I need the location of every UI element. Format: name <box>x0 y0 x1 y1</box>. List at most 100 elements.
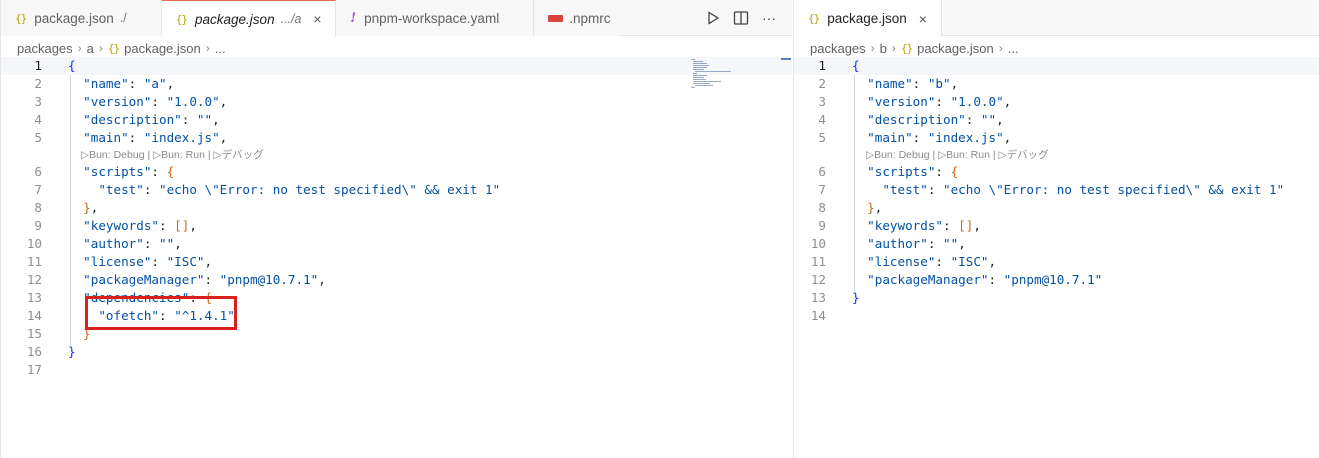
code-text: "description": "", <box>83 112 220 127</box>
line-number: 8 <box>34 200 42 215</box>
code-line[interactable]: 1{ <box>794 57 1319 75</box>
code-line[interactable]: 2 "name": "a", <box>1 75 792 93</box>
code-line[interactable]: 10 "author": "", <box>794 235 1319 253</box>
tab-label: package.json <box>195 11 275 27</box>
code-line[interactable]: 5 "main": "index.js", <box>794 129 1319 147</box>
breadcrumb-item[interactable]: package.json <box>917 41 994 56</box>
code-editor[interactable]: 1{ 2 "name": "b", 3 "version": "1.0.0", … <box>794 57 1319 458</box>
line-number: 6 <box>34 164 42 179</box>
line-number: 17 <box>26 362 42 377</box>
code-line[interactable]: 14 <box>794 307 1319 325</box>
line-number: 2 <box>34 76 42 91</box>
tab-label: package.json <box>827 11 907 26</box>
code-line[interactable]: 7 "test": "echo \"Error: no test specifi… <box>1 181 792 199</box>
breadcrumb-item[interactable]: ... <box>215 41 226 56</box>
code-line[interactable]: 17 <box>1 361 792 379</box>
code-line[interactable]: 1{ <box>1 57 792 75</box>
line-number: 13 <box>810 290 826 305</box>
code-line[interactable]: 16} <box>1 343 792 361</box>
code-line[interactable]: 2 "name": "b", <box>794 75 1319 93</box>
line-number: 13 <box>26 290 42 305</box>
line-number: 11 <box>810 254 826 269</box>
line-number: 1 <box>34 58 42 73</box>
tab-description: .../a <box>280 12 302 26</box>
code-line[interactable]: 6 "scripts": { <box>794 163 1319 181</box>
code-line[interactable]: 12 "packageManager": "pnpm@10.7.1", <box>1 271 792 289</box>
code-editor[interactable]: 1{ 2 "name": "a", 3 "version": "1.0.0", … <box>1 57 792 458</box>
code-text: } <box>852 290 860 305</box>
line-number: 4 <box>818 112 826 127</box>
breadcrumb-item[interactable]: a <box>87 41 94 56</box>
chevron-right-icon: › <box>998 41 1003 55</box>
scrollbar-marker[interactable] <box>781 58 791 60</box>
code-line[interactable]: 10 "author": "", <box>1 235 792 253</box>
code-line[interactable]: 12 "packageManager": "pnpm@10.7.1" <box>794 271 1319 289</box>
line-number: 2 <box>818 76 826 91</box>
yaml-file-icon: ! <box>350 10 357 26</box>
code-text: "name": "b", <box>867 76 959 91</box>
code-line[interactable]: 4 "description": "", <box>794 111 1319 129</box>
line-number: 5 <box>34 130 42 145</box>
close-icon[interactable]: × <box>915 11 931 27</box>
tab-package-json-a[interactable]: {} package.json .../a × <box>161 0 337 37</box>
code-text: "scripts": { <box>83 164 175 179</box>
code-text: "description": "", <box>867 112 1004 127</box>
breadcrumb-item[interactable]: packages <box>17 41 73 56</box>
code-line[interactable]: 13} <box>794 289 1319 307</box>
breadcrumb-item[interactable]: packages <box>810 41 866 56</box>
code-line[interactable]: 8 }, <box>1 199 792 217</box>
split-editor-icon[interactable] <box>730 7 752 29</box>
minimap[interactable] <box>691 59 731 89</box>
code-lens-run-debug[interactable]: ▷Bun: Debug | ▷Bun: Run | ▷デバッグ <box>866 148 1049 163</box>
breadcrumb-item[interactable]: package.json <box>124 41 201 56</box>
tab-npmrc[interactable]: .npmrc <box>534 0 621 36</box>
code-text: "license": "ISC", <box>83 254 213 269</box>
line-number: 6 <box>818 164 826 179</box>
npm-file-icon <box>548 14 564 22</box>
code-text: { <box>68 58 76 73</box>
chevron-right-icon: › <box>98 41 103 55</box>
breadcrumb-item[interactable]: ... <box>1008 41 1019 56</box>
editor-group-right: {} package.json × packages › b › {} pack… <box>793 0 1319 458</box>
close-icon[interactable]: × <box>309 11 325 27</box>
more-actions-icon[interactable]: ··· <box>758 7 780 29</box>
run-icon[interactable] <box>702 7 724 29</box>
tab-description: ./ <box>119 11 127 25</box>
tab-package-json-b[interactable]: {} package.json × <box>794 0 942 37</box>
code-text: "test": "echo \"Error: no test specified… <box>882 182 1285 197</box>
code-line[interactable]: 8 }, <box>794 199 1319 217</box>
code-line[interactable]: 3 "version": "1.0.0", <box>1 93 792 111</box>
json-file-icon: {} <box>808 12 820 25</box>
code-text: "version": "1.0.0", <box>83 94 228 109</box>
code-lens-run-debug[interactable]: ▷Bun: Debug | ▷Bun: Run | ▷デバッグ <box>81 148 264 163</box>
code-text: "version": "1.0.0", <box>867 94 1012 109</box>
code-line[interactable]: 5 "main": "index.js", <box>1 129 792 147</box>
tab-pnpm-workspace-yaml[interactable]: ! pnpm-workspace.yaml <box>336 0 535 36</box>
line-number: 10 <box>26 236 42 251</box>
code-text: "test": "echo \"Error: no test specified… <box>98 182 501 197</box>
code-line[interactable]: 3 "version": "1.0.0", <box>794 93 1319 111</box>
code-text: } <box>68 344 76 359</box>
line-number: 10 <box>810 236 826 251</box>
code-line[interactable]: 11 "license": "ISC", <box>794 253 1319 271</box>
breadcrumb-item[interactable]: b <box>880 41 887 56</box>
breadcrumb: packages › b › {} package.json › ... <box>810 37 1019 59</box>
line-number: 4 <box>34 112 42 127</box>
code-text: "packageManager": "pnpm@10.7.1" <box>867 272 1103 287</box>
code-line[interactable]: 6 "scripts": { <box>1 163 792 181</box>
line-number: 9 <box>34 218 42 233</box>
code-text: "author": "", <box>867 236 966 251</box>
tab-package-json-root[interactable]: {} package.json ./ <box>1 0 162 36</box>
line-number: 5 <box>818 130 826 145</box>
tab-bar: {} package.json ./ {} package.json .../a… <box>1 0 792 37</box>
code-line[interactable]: 9 "keywords": [], <box>1 217 792 235</box>
code-line[interactable]: 11 "license": "ISC", <box>1 253 792 271</box>
code-text: "main": "index.js", <box>867 130 1012 145</box>
code-line[interactable]: 4 "description": "", <box>1 111 792 129</box>
tab-bar: {} package.json × <box>794 0 1319 37</box>
json-file-icon: {} <box>900 41 913 55</box>
editor-group-left: {} package.json ./ {} package.json .../a… <box>0 0 792 458</box>
code-line[interactable]: 7 "test": "echo \"Error: no test specifi… <box>794 181 1319 199</box>
breadcrumb: packages › a › {} package.json › ... <box>17 37 226 59</box>
code-line[interactable]: 9 "keywords": [], <box>794 217 1319 235</box>
